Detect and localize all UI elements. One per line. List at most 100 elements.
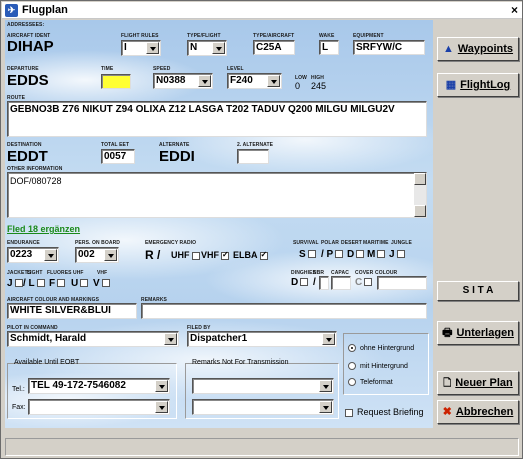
chevron-down-icon[interactable] [155, 380, 168, 392]
neuer-plan-button[interactable]: 🗋 Neuer Plan [437, 371, 519, 395]
tel-select[interactable]: TEL 49-172-7546082 [28, 378, 170, 394]
m-check[interactable]: M [367, 249, 386, 260]
request-briefing-checkbox[interactable] [345, 409, 353, 418]
speed-select[interactable]: N0388 [153, 73, 213, 89]
chevron-down-icon[interactable] [319, 380, 332, 392]
aircraft-colour-input[interactable]: WHITE SILVER&BLUI [7, 303, 137, 319]
sita-button[interactable]: S I T A [437, 281, 519, 301]
survival-checkbox[interactable] [307, 250, 316, 259]
filed-by-select[interactable]: Dispatcher1 [187, 331, 337, 347]
jackets-uhf-checkbox[interactable] [80, 279, 89, 288]
radio-tele-button[interactable] [348, 378, 356, 386]
chevron-down-icon[interactable] [155, 401, 168, 413]
jackets-vhf-check[interactable]: V [93, 278, 110, 289]
elba-checkbox[interactable] [259, 250, 268, 260]
chevron-down-icon[interactable] [164, 333, 177, 345]
status-bar [5, 438, 519, 456]
alternate2-input[interactable] [237, 149, 269, 164]
pers-on-board-select[interactable]: 002 [75, 247, 119, 263]
cover-check[interactable]: C [355, 277, 373, 288]
jackets-checkbox[interactable] [14, 279, 23, 288]
chevron-down-icon[interactable] [212, 42, 225, 54]
type-of-aircraft-input[interactable]: C25A [253, 40, 295, 55]
vhf-check-label[interactable]: VHF [201, 250, 229, 260]
request-briefing-check[interactable]: Request Briefing [345, 407, 424, 418]
d-check[interactable]: D [347, 249, 365, 260]
scroll-down-icon[interactable] [414, 205, 426, 217]
light-checkbox[interactable] [36, 279, 45, 288]
unterlagen-button[interactable]: 🖶 Unterlagen [437, 321, 519, 345]
chevron-down-icon[interactable] [104, 249, 117, 261]
abbrechen-button[interactable]: ✖ Abbrechen [437, 400, 519, 424]
cover-checkbox[interactable] [364, 278, 373, 287]
alternate-value[interactable]: EDDI [159, 148, 195, 165]
colour-input[interactable] [377, 276, 427, 290]
flugplan-window: ✈ Flugplan × ADDRESSEES: AIRCRAFT IDENT … [0, 0, 523, 459]
route-textarea[interactable]: GEBNO3B Z76 NIKUT Z94 OLIXA Z12 LASGA T2… [7, 101, 427, 137]
cover-label: COVER [355, 270, 374, 276]
type-of-flight-select[interactable]: N [187, 40, 227, 56]
flight-rules-label: FLIGHT RULES [121, 33, 159, 39]
elba-check-label[interactable]: ELBA [233, 250, 268, 260]
departure-value[interactable]: EDDS [7, 72, 49, 89]
equipment-input[interactable]: SRFYW/C [353, 40, 425, 55]
light-check[interactable]: / L [23, 278, 45, 289]
flightlog-button[interactable]: ▦ FlightLog [437, 73, 519, 97]
radio-ohne[interactable]: ohne Hintergrund [348, 344, 414, 352]
destination-value[interactable]: EDDT [7, 148, 48, 165]
fluores-checkbox[interactable] [57, 279, 66, 288]
p-check[interactable]: / P [321, 249, 344, 260]
fled18-link[interactable]: Fled 18 ergänzen [7, 224, 80, 234]
radio-ohne-button[interactable] [348, 344, 356, 352]
time-input[interactable] [101, 74, 131, 89]
uhf-check-label[interactable]: UHF [171, 250, 200, 260]
aircraft-ident-value[interactable]: DIHAP [7, 38, 54, 55]
chevron-down-icon[interactable] [198, 75, 211, 87]
remarks-input[interactable] [141, 303, 427, 319]
radio-mit[interactable]: mit Hintergrund [348, 362, 408, 370]
total-eet-input[interactable]: 0057 [101, 149, 135, 164]
radio-tele[interactable]: Teleformat [348, 378, 393, 386]
chevron-down-icon[interactable] [44, 249, 57, 261]
dinghies-slash: / [313, 277, 316, 288]
jackets-uhf-check[interactable]: U [71, 278, 89, 289]
x-icon: ✖ [442, 406, 452, 418]
j-check[interactable]: J [389, 249, 405, 260]
pilot-in-command-select[interactable]: Schmidt, Harald [7, 331, 179, 347]
chevron-down-icon[interactable] [322, 333, 335, 345]
polar-checkbox[interactable] [335, 250, 344, 259]
remarks-transmission-select-2[interactable] [192, 399, 334, 415]
chevron-down-icon[interactable] [267, 75, 280, 87]
vhf-checkbox[interactable] [221, 250, 229, 260]
wake-input[interactable]: L [319, 40, 339, 55]
jackets-check[interactable]: J [7, 278, 23, 289]
dinghies-checkbox[interactable] [300, 278, 309, 287]
desert-checkbox[interactable] [356, 250, 365, 259]
remarks-not-group: Remarks Not For Transmission [185, 359, 339, 419]
uhf-checkbox[interactable] [191, 251, 200, 260]
endurance-select[interactable]: 0223 [7, 247, 59, 263]
level-select[interactable]: F240 [227, 73, 282, 89]
jungle-checkbox[interactable] [396, 250, 405, 259]
close-icon[interactable]: × [511, 3, 518, 17]
capac-input[interactable] [331, 276, 351, 290]
maritime-checkbox[interactable] [377, 250, 386, 259]
fax-select[interactable] [28, 399, 170, 415]
scroll-up-icon[interactable] [414, 173, 426, 185]
nbr-input[interactable] [319, 276, 329, 290]
app-icon: ✈ [5, 4, 18, 17]
radio-mit-button[interactable] [348, 362, 356, 370]
fax-label: Fax: [12, 404, 26, 411]
dinghies-check[interactable]: D [291, 277, 309, 288]
fluores-check[interactable]: F [49, 278, 66, 289]
remarks-transmission-select-1[interactable] [192, 378, 334, 394]
chevron-down-icon[interactable] [319, 401, 332, 413]
fluores-label: FLUORES [47, 270, 72, 276]
chevron-down-icon[interactable] [146, 42, 159, 54]
other-information-textarea[interactable]: DOF/080728 [7, 172, 427, 218]
jackets-vhf-checkbox[interactable] [101, 279, 110, 288]
scrollbar[interactable] [414, 173, 426, 217]
flight-rules-select[interactable]: I [121, 40, 161, 56]
s-check[interactable]: S [299, 249, 316, 260]
waypoints-button[interactable]: ▲ Waypoints [437, 37, 519, 61]
